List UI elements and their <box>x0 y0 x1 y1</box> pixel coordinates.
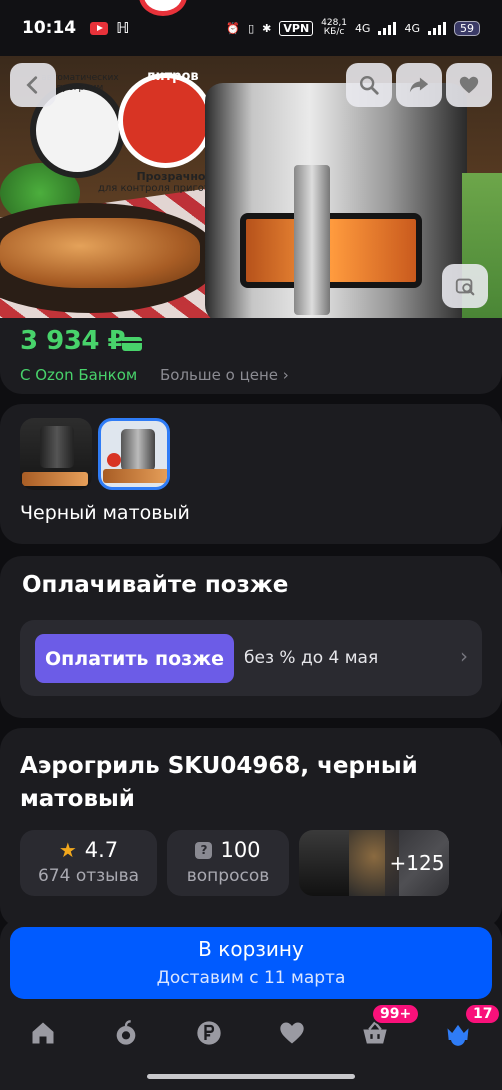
color-name: Черный матовый <box>20 502 190 524</box>
pay-later-row[interactable]: Оплатить позже без % до 4 мая › <box>20 620 482 696</box>
chevron-right-icon: › <box>460 644 468 668</box>
vpn-badge: VPN <box>279 20 314 36</box>
variant-swatch-selected[interactable] <box>98 418 170 490</box>
review-photo <box>299 830 349 896</box>
bluetooth-icon: ✱ <box>262 21 272 35</box>
fruit-icon <box>116 1020 136 1045</box>
nav-fresh[interactable] <box>106 1013 146 1053</box>
favorite-button[interactable] <box>446 63 492 107</box>
share-arrow-icon <box>409 77 429 93</box>
add-to-cart-label: В корзину <box>198 937 304 961</box>
signal-icon-2 <box>428 21 446 35</box>
nav-favorites[interactable] <box>272 1013 312 1053</box>
search-button[interactable] <box>346 63 392 107</box>
questions-label: вопросов <box>186 866 270 886</box>
status-bar: 10:14 ℍ ⏰ ▯ ✱ VPN 428,1 КБ/с 4G 4G 59 <box>0 0 502 56</box>
home-icon <box>32 1022 54 1044</box>
app-h-icon: ℍ <box>116 19 130 37</box>
gesture-home-bar[interactable] <box>147 1074 355 1079</box>
network-type-2: 4G <box>404 21 420 35</box>
bottom-navigation: 99+ 17 <box>0 1003 502 1053</box>
delivery-date: Доставим с 11 марта <box>156 968 346 988</box>
back-button[interactable] <box>10 63 56 107</box>
alarm-icon: ⏰ <box>226 21 241 35</box>
battery-indicator: 59 <box>454 20 480 36</box>
ozon-bank-label: С Ozon Банком <box>20 366 138 384</box>
nav-home[interactable] <box>23 1013 63 1053</box>
bottom-panel: В корзину Доставим с 11 марта 99+ 17 <box>0 918 502 1090</box>
youtube-icon <box>90 21 109 35</box>
more-photos-count: +125 <box>385 830 449 896</box>
question-icon: ? <box>195 841 213 859</box>
variant-swatch-1[interactable] <box>20 418 92 490</box>
pay-later-card: Оплачивайте позже Оплатить позже без % д… <box>0 556 502 718</box>
pay-later-button[interactable]: Оплатить позже <box>35 634 234 683</box>
price-card[interactable]: 3 934 ₽ С Ozon Банком Больше о цене › <box>0 318 502 394</box>
signal-icon <box>378 21 397 35</box>
heart-icon <box>459 76 479 94</box>
status-time: 10:14 <box>22 18 77 38</box>
color-variant-card: Черный матовый <box>0 404 502 544</box>
liters-text: литров <box>146 69 199 84</box>
pay-later-terms: без % до 4 мая <box>244 648 379 668</box>
rating-button[interactable]: ★ 4.7 674 отзыва <box>20 830 157 896</box>
network-type-1: 4G <box>354 21 371 35</box>
ruble-icon <box>197 1021 221 1045</box>
image-search-icon <box>455 278 475 296</box>
profile-badge: 17 <box>464 1003 502 1025</box>
cart-badge: 99+ <box>371 1003 421 1025</box>
search-icon <box>360 76 379 95</box>
pay-later-title: Оплачивайте позже <box>22 572 289 598</box>
star-icon: ★ <box>58 838 77 862</box>
network-speed: 428,1 КБ/с <box>321 18 347 37</box>
heart-icon <box>280 1022 304 1044</box>
nav-finance[interactable] <box>189 1013 229 1053</box>
vibrate-icon: ▯ <box>248 21 255 35</box>
product-info-card: Аэрогриль SKU04968, черный матовый ★ 4.7… <box>0 728 502 928</box>
more-about-price-link[interactable]: Больше о цене › <box>160 366 289 384</box>
price-value: 3 934 ₽ <box>20 326 126 356</box>
questions-button[interactable]: ? 100 вопросов <box>167 830 289 896</box>
crown-profile-icon <box>447 1024 469 1046</box>
questions-count: 100 <box>220 838 261 862</box>
image-search-button[interactable] <box>442 264 488 308</box>
share-button[interactable] <box>396 63 442 107</box>
reviews-count: 674 отзыва <box>37 866 140 886</box>
arrow-left-icon <box>26 76 38 94</box>
liters-badge <box>118 73 213 168</box>
product-title: Аэрогриль SKU04968, черный матовый <box>20 753 418 812</box>
review-photos[interactable]: +125 <box>299 830 449 896</box>
bank-card-icon <box>122 337 142 351</box>
add-to-cart-button[interactable]: В корзину Доставим с 11 марта <box>10 927 492 999</box>
rating-value: 4.7 <box>84 838 119 862</box>
